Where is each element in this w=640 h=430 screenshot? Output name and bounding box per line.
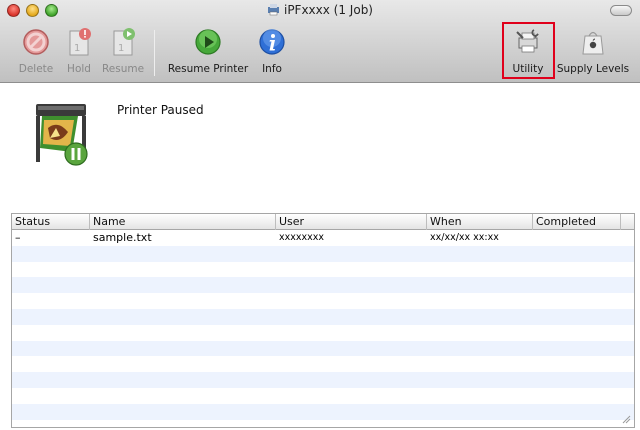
resume-printer-button[interactable]: Resume Printer (165, 26, 251, 80)
empty-row (12, 372, 634, 388)
empty-row (12, 388, 634, 404)
column-header-name[interactable]: Name (90, 214, 276, 230)
window-toolbar: iPFxxxx (1 Job) Delete 1 Hold 1 Resume R… (0, 0, 640, 83)
empty-row (12, 340, 634, 357)
column-header-user[interactable]: User (276, 214, 427, 230)
svg-text:1: 1 (74, 43, 80, 54)
resume-printer-label: Resume Printer (167, 63, 249, 75)
empty-row (12, 308, 634, 325)
toolbar-toggle-button[interactable] (610, 5, 632, 16)
supply-levels-label: Supply Levels (556, 63, 630, 75)
supply-levels-button[interactable]: Supply Levels (556, 26, 630, 80)
resume-job-button[interactable]: 1 Resume (100, 26, 146, 80)
column-header-completed[interactable]: Completed (533, 214, 621, 230)
utility-highlight-box (502, 22, 555, 79)
resize-grip-icon[interactable] (621, 414, 631, 424)
toolbar-separator (154, 30, 155, 76)
empty-row (12, 356, 634, 372)
job-user: xxxxxxxx (279, 232, 324, 243)
job-name: sample.txt (93, 231, 152, 244)
supply-levels-icon (582, 31, 604, 55)
resume-job-icon: 1 (113, 28, 135, 56)
svg-text:1: 1 (118, 43, 124, 54)
empty-row (12, 262, 634, 278)
job-when: xx/xx/xx xx:xx (430, 232, 499, 243)
empty-row (12, 403, 634, 420)
resume-printer-icon (195, 29, 221, 55)
printer-status-area: Printer Paused (0, 84, 640, 214)
table-header: Status Name User When Completed (12, 214, 634, 230)
empty-row (12, 325, 634, 341)
jobs-table[interactable]: Status Name User When Completed – sample… (11, 213, 635, 428)
column-header-when[interactable]: When (427, 214, 533, 230)
job-completed (533, 230, 536, 245)
hold-label: Hold (67, 63, 91, 75)
printer-status-text: Printer Paused (117, 103, 204, 117)
info-button[interactable]: Info (257, 26, 287, 80)
delete-button[interactable]: Delete (14, 26, 58, 80)
empty-row (12, 245, 634, 262)
printer-queue-icon (267, 4, 279, 16)
delete-label: Delete (18, 63, 54, 75)
info-icon (259, 29, 285, 55)
job-status: – (15, 231, 21, 244)
info-label: Info (262, 63, 282, 75)
table-row[interactable]: – sample.txt xxxxxxxx xx/xx/xx xx:xx (12, 230, 634, 246)
empty-row (12, 277, 634, 294)
column-header-status[interactable]: Status (12, 214, 90, 230)
printer-icon (36, 104, 88, 166)
delete-icon (23, 29, 49, 55)
resume-job-label: Resume (101, 63, 145, 75)
hold-icon: 1 (69, 28, 91, 56)
empty-row (12, 293, 634, 309)
table-rows: – sample.txt xxxxxxxx xx/xx/xx xx:xx (12, 230, 634, 420)
hold-button[interactable]: 1 Hold (62, 26, 96, 80)
window-title: iPFxxxx (1 Job) (0, 3, 640, 17)
